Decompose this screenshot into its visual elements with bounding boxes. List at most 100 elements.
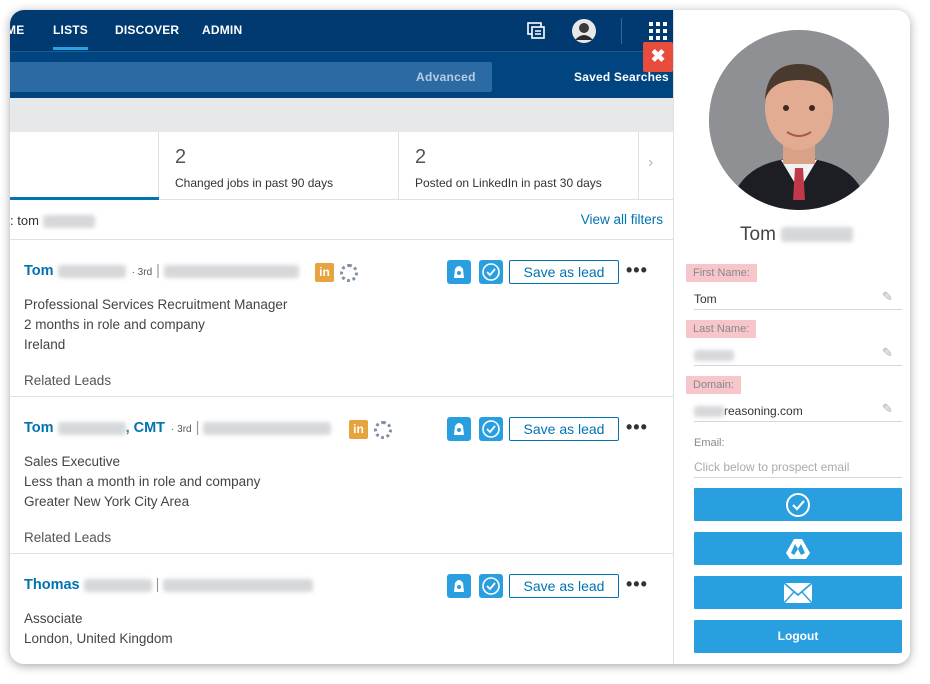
save-as-lead-button[interactable]: Save as lead [509,574,619,598]
related-leads-link[interactable]: Related Leads [24,373,111,388]
logout-button[interactable]: Logout [694,620,902,653]
related-leads-link[interactable]: Related Leads [24,530,111,545]
person-portrait-icon [709,30,889,210]
more-options-icon[interactable]: ••• [626,260,648,281]
view-all-filters-link[interactable]: View all filters [581,212,663,227]
advanced-search-button[interactable]: Advanced [416,70,476,84]
stat-count: 2 [175,146,187,168]
prospect-name: Tom [740,224,854,246]
nav-item-admin[interactable]: ADMIN [202,23,242,37]
check-action-button[interactable] [479,417,503,441]
stat-tab-all[interactable] [10,132,159,200]
bag-icon [454,423,464,435]
spinner-icon [374,421,392,439]
lead-tenure: 2 months in role and company [24,317,205,332]
linkedin-icon[interactable]: in [349,420,368,439]
field-underline [694,421,902,422]
stat-label: Posted on LinkedIn in past 30 days [415,176,602,190]
envelope-icon [783,581,813,603]
domain-value: reasoning.com [724,404,803,418]
save-as-lead-button[interactable]: Save as lead [509,417,619,441]
main-panel: ME LISTS DISCOVER ADMIN Advanced Saved S… [10,10,673,664]
bag-action-button[interactable] [447,574,471,598]
check-circle-icon [482,577,500,595]
result-card: Tom · 3rd | in Professional Services Recr… [10,240,673,397]
edit-pencil-icon[interactable]: ✎ [882,345,893,361]
toolbar-strip [10,98,673,132]
redacted-company [163,578,314,592]
top-nav: ME LISTS DISCOVER ADMIN [10,10,673,51]
google-drive-icon [786,538,810,559]
check-action-button[interactable] [479,260,503,284]
email-label: Email: [694,437,725,449]
check-circle-icon [482,263,500,281]
check-action-button[interactable] [479,574,503,598]
more-options-icon[interactable]: ••• [626,574,648,595]
stats-tabs: 2 Changed jobs in past 90 days 2 Posted … [10,132,673,200]
stat-tab-changed-jobs[interactable]: 2 Changed jobs in past 90 days [159,132,399,199]
lead-location: London, United Kingdom [24,631,173,646]
lead-location: Greater New York City Area [24,494,190,509]
lead-location: Ireland [24,337,66,352]
last-name-field[interactable] [694,348,734,362]
connection-degree: 3rd [177,424,192,435]
app-window: ME LISTS DISCOVER ADMIN Advanced Saved S… [10,10,910,664]
edit-pencil-icon[interactable]: ✎ [882,401,893,417]
bag-action-button[interactable] [447,260,471,284]
close-sidebar-button[interactable]: ✖ [643,42,673,72]
bag-icon [454,266,464,278]
spinner-icon [340,264,358,282]
redacted-text [57,421,126,435]
lead-first-name[interactable]: Tom [24,263,54,279]
edit-pencil-icon[interactable]: ✎ [882,289,893,305]
nav-divider [621,18,622,44]
prospect-first-name: Tom [740,224,776,245]
lead-first-name[interactable]: Thomas [24,577,80,593]
nav-item-lists[interactable]: LISTS [53,23,89,50]
more-options-icon[interactable]: ••• [626,417,648,438]
send-email-button[interactable] [694,576,902,609]
result-card: Tom , CMT · 3rd | in Sales Executive Less … [10,397,673,554]
lead-title: Sales Executive [24,454,121,469]
profile-photo [709,30,889,210]
messages-icon[interactable] [525,20,547,42]
redacted-text [781,227,854,243]
apps-grid-icon[interactable] [648,21,668,41]
lead-first-name[interactable]: Tom [24,420,54,436]
first-name-field[interactable]: Tom [694,292,717,306]
redacted-text [57,264,126,278]
save-as-lead-button[interactable]: Save as lead [509,260,619,284]
prospect-sidebar: Tom First Name: Tom ✎ Last Name: ✎ Domai… [673,10,910,664]
lead-tenure: Less than a month in role and company [24,474,261,489]
redacted-text [42,215,95,229]
lead-name[interactable]: Tom · 3rd | [24,263,299,279]
nav-item-me[interactable]: ME [10,23,24,37]
redacted-company [163,264,299,278]
lead-title: Professional Services Recruitment Manage… [24,297,288,312]
stat-tab-posted[interactable]: 2 Posted on LinkedIn in past 30 days [399,132,639,199]
chevron-right-icon[interactable]: › [648,154,653,172]
profile-avatar-icon[interactable] [571,18,597,44]
domain-field[interactable]: reasoning.com [694,404,803,418]
google-drive-button[interactable] [694,532,902,565]
last-name-label: Last Name: [686,320,757,338]
linkedin-icon[interactable]: in [315,263,334,282]
saved-searches-link[interactable]: Saved Searches [574,70,669,84]
verify-email-button[interactable] [694,488,902,521]
redacted-text [694,406,724,418]
stat-label: Changed jobs in past 90 days [175,176,334,190]
redacted-company [203,421,332,435]
domain-label: Domain: [686,376,741,394]
bag-action-button[interactable] [447,417,471,441]
lead-name[interactable]: Thomas | [24,577,314,593]
nav-item-discover[interactable]: DISCOVER [115,23,179,37]
field-underline [694,309,902,310]
redacted-text [83,578,152,592]
bag-icon [454,580,464,592]
filter-keyword: : tom [10,213,39,228]
check-circle-icon [482,420,500,438]
lead-name[interactable]: Tom , CMT · 3rd | [24,420,332,436]
first-name-label: First Name: [686,264,757,282]
redacted-text [694,350,734,362]
field-underline [694,365,902,366]
